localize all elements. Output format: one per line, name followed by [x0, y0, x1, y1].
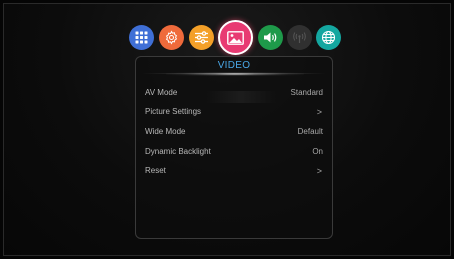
video-settings-panel: VIDEO AV Mode Standard Picture Settings …: [135, 56, 333, 239]
sliders-icon[interactable]: [189, 25, 214, 50]
menu-row-reset[interactable]: Reset >: [145, 163, 323, 179]
menu-row-dynamic-backlight[interactable]: Dynamic Backlight On: [145, 144, 323, 160]
tv-screen: VIDEO AV Mode Standard Picture Settings …: [3, 3, 451, 256]
picture-icon[interactable]: [218, 20, 253, 55]
sound-icon[interactable]: [258, 25, 283, 50]
gear-icon[interactable]: [159, 25, 184, 50]
menu-row-label: Picture Settings: [145, 107, 202, 116]
panel-title: VIDEO: [217, 60, 251, 71]
menu-row-label: AV Mode: [145, 88, 178, 97]
menu-row-picture-settings[interactable]: Picture Settings >: [145, 104, 323, 120]
menu-row-value: On: [312, 147, 323, 156]
menu-row-value: Standard: [290, 88, 323, 97]
broadcast-icon[interactable]: [287, 25, 312, 50]
apps-icon[interactable]: [129, 25, 154, 50]
chevron-right-icon: >: [316, 166, 322, 176]
menu-row-wide-mode[interactable]: Wide Mode Default: [145, 124, 323, 140]
menu-row-label: Reset: [145, 166, 166, 175]
chevron-right-icon: >: [316, 107, 322, 117]
menu-row-label: Dynamic Backlight: [145, 147, 211, 156]
globe-icon[interactable]: [316, 25, 341, 50]
category-icon-bar: [129, 20, 341, 56]
menu-row-av-mode[interactable]: AV Mode Standard: [145, 85, 323, 101]
menu-row-label: Wide Mode: [145, 127, 186, 136]
menu-row-value: Default: [297, 127, 323, 136]
title-highlight: [166, 72, 304, 76]
